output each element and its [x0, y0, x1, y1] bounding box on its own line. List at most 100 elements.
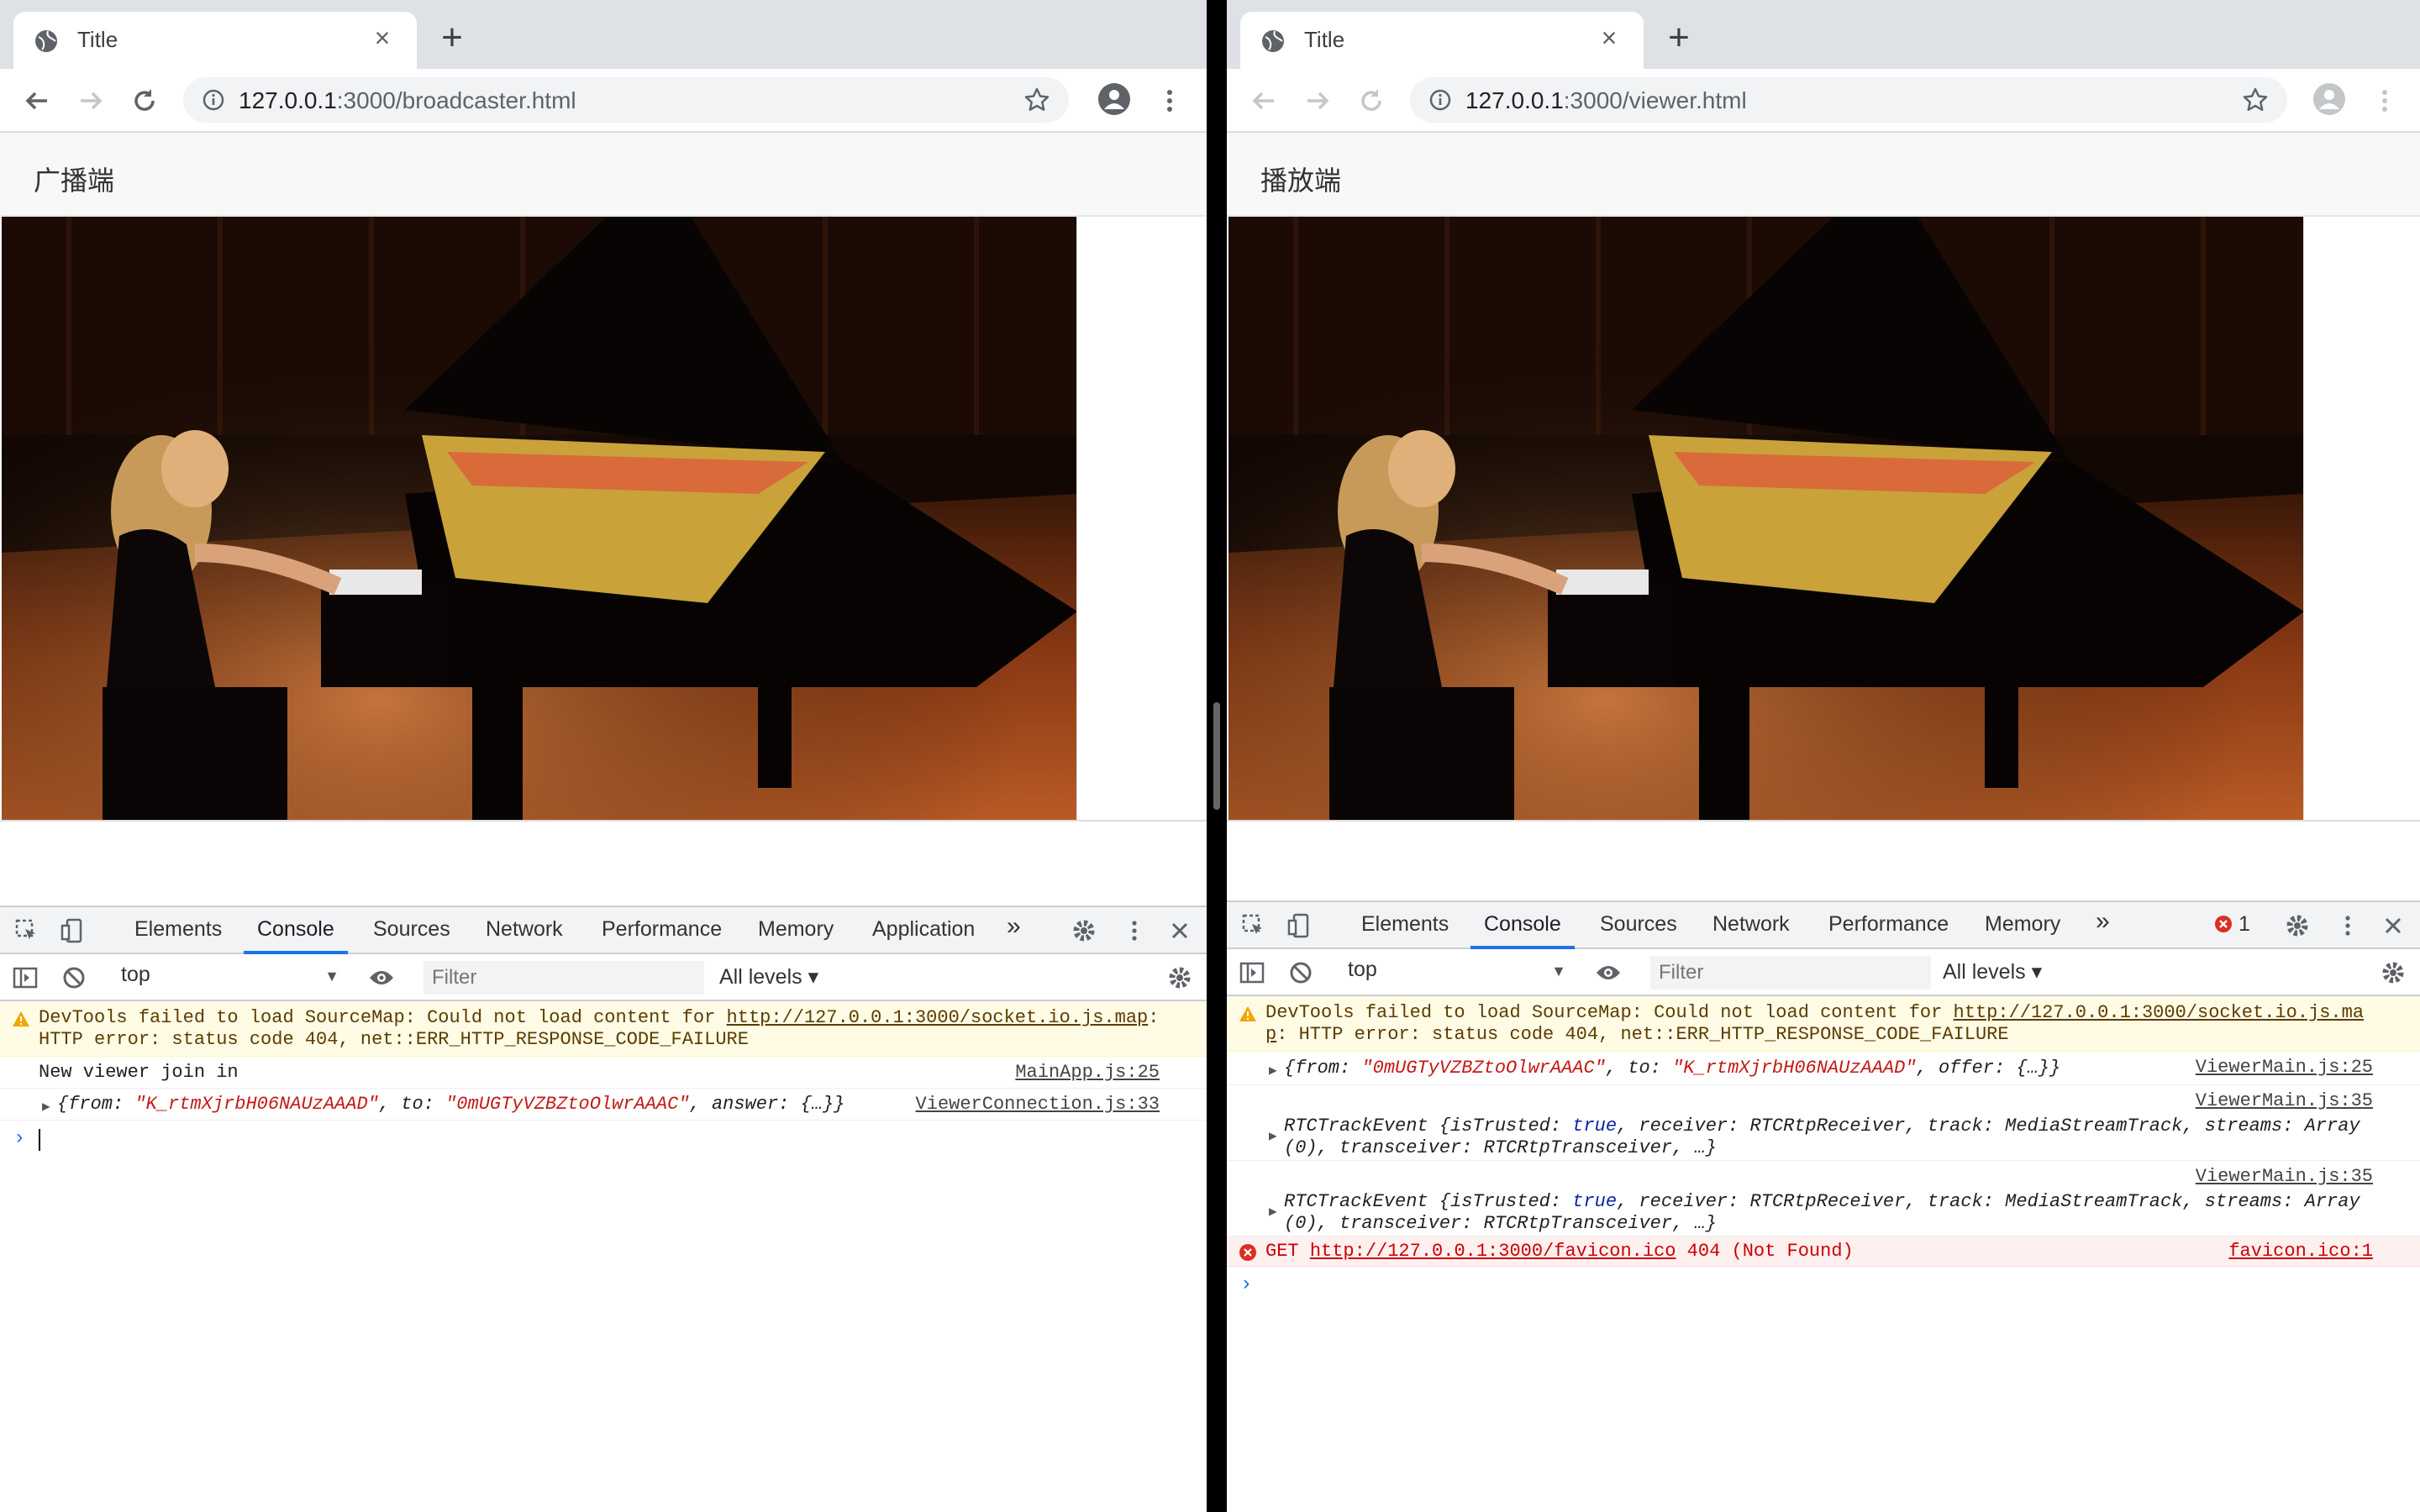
- forward-icon[interactable]: [74, 84, 108, 118]
- show-sidebar-icon[interactable]: [12, 964, 39, 991]
- clear-console-icon[interactable]: [1287, 959, 1314, 986]
- device-toolbar-icon[interactable]: [59, 917, 86, 944]
- obj-to-value: "K_rtmXjrbH06NAUzAAAD": [1672, 1058, 1917, 1079]
- console-track-event-message[interactable]: ViewerMain.js:35 ▶ RTCTrackEvent {isTrus…: [1227, 1161, 2420, 1236]
- context-selector[interactable]: top ▼: [121, 963, 339, 993]
- log-levels-dropdown[interactable]: All levels ▾: [1943, 959, 2042, 984]
- address-bar[interactable]: 127.0.0.1:3000/broadcaster.html: [183, 77, 1069, 123]
- tab-console[interactable]: Console: [257, 917, 334, 942]
- tab-sources[interactable]: Sources: [1600, 912, 1677, 937]
- log-source-link[interactable]: MainApp.js:25: [1015, 1062, 1160, 1084]
- track-text-a: RTCTrackEvent {isTrusted:: [1284, 1191, 1573, 1212]
- obj-rest: , offer: {…}}: [1916, 1058, 2061, 1079]
- expand-triangle-icon[interactable]: ▶: [1269, 1060, 1277, 1082]
- profile-avatar-icon[interactable]: [2312, 82, 2346, 116]
- obj-rest: , answer: {…}}: [689, 1094, 845, 1115]
- warning-text: DevTools failed to load SourceMap: Could…: [1265, 1002, 2364, 1046]
- bookmark-star-icon[interactable]: [2242, 87, 2269, 113]
- devtools-menu-kebab-icon[interactable]: [1121, 917, 1148, 944]
- settings-gear-icon[interactable]: [1071, 917, 1097, 944]
- expand-triangle-icon[interactable]: ▶: [42, 1096, 50, 1118]
- sourcemap-link-continued[interactable]: p: [1265, 1024, 1276, 1045]
- broadcast-video[interactable]: [2, 217, 1077, 820]
- expand-triangle-icon[interactable]: ▶: [1269, 1201, 1277, 1223]
- log-source-link[interactable]: ViewerMain.js:25: [2196, 1057, 2373, 1079]
- warning-text: DevTools failed to load SourceMap: Could…: [39, 1007, 1159, 1051]
- error-count-icon[interactable]: [2213, 914, 2233, 934]
- console-filter-bar: top ▼ All levels ▾: [1227, 949, 2420, 996]
- back-icon[interactable]: [1247, 84, 1281, 118]
- console-prompt-row[interactable]: ›: [0, 1122, 1207, 1156]
- close-tab-icon[interactable]: ×: [368, 24, 397, 52]
- tab-application[interactable]: Application: [872, 917, 975, 942]
- close-devtools-icon[interactable]: [1166, 917, 1193, 944]
- reload-icon[interactable]: [128, 84, 161, 118]
- console-track-event-message[interactable]: ViewerMain.js:35 ▶ RTCTrackEvent {isTrus…: [1227, 1085, 2420, 1161]
- inspect-element-icon[interactable]: [13, 917, 40, 944]
- tab-performance[interactable]: Performance: [602, 917, 722, 942]
- more-tabs-chevron-icon[interactable]: »: [2096, 907, 2110, 936]
- expand-triangle-icon[interactable]: ▶: [1269, 1126, 1277, 1147]
- console-filter-input[interactable]: [1650, 956, 1931, 990]
- show-sidebar-icon[interactable]: [1239, 959, 1265, 986]
- tab-console[interactable]: Console: [1484, 912, 1561, 937]
- tab-sources[interactable]: Sources: [373, 917, 450, 942]
- live-expression-eye-icon[interactable]: [368, 964, 395, 991]
- console-filter-input[interactable]: [424, 961, 704, 995]
- tab-network[interactable]: Network: [1712, 912, 1790, 937]
- tab-elements[interactable]: Elements: [134, 917, 222, 942]
- viewer-browser-window: Title × + 127.0.0.1:3000/viewer.html 播放端: [1227, 0, 2420, 1512]
- error-count[interactable]: 1: [2238, 912, 2250, 937]
- viewer-video[interactable]: [1228, 217, 2304, 820]
- forward-icon[interactable]: [1301, 84, 1334, 118]
- close-devtools-icon[interactable]: [2380, 912, 2407, 939]
- tab-performance[interactable]: Performance: [1828, 912, 1949, 937]
- live-expression-eye-icon[interactable]: [1595, 959, 1622, 986]
- tab-elements[interactable]: Elements: [1361, 912, 1449, 937]
- reload-icon[interactable]: [1355, 84, 1388, 118]
- warning-prefix: DevTools failed to load SourceMap: Could…: [1265, 1002, 1954, 1023]
- console-settings-gear-icon[interactable]: [1166, 964, 1193, 991]
- log-source-link[interactable]: ViewerConnection.js:33: [916, 1094, 1160, 1116]
- console-prompt-row[interactable]: ›: [1227, 1268, 2420, 1302]
- log-levels-dropdown[interactable]: All levels ▾: [719, 964, 818, 990]
- url-path: :3000/viewer.html: [1563, 87, 1747, 113]
- sourcemap-link[interactable]: http://127.0.0.1:3000/socket.io.js.ma: [1954, 1002, 2364, 1023]
- prompt-chevron-icon: ›: [1240, 1273, 1253, 1296]
- bookmark-star-icon[interactable]: [1023, 87, 1050, 113]
- clear-console-icon[interactable]: [60, 964, 87, 991]
- menu-kebab-icon[interactable]: [2376, 84, 2393, 118]
- address-bar[interactable]: 127.0.0.1:3000/viewer.html: [1410, 77, 2287, 123]
- favicon-link[interactable]: http://127.0.0.1:3000/favicon.ico: [1310, 1241, 1676, 1262]
- device-toolbar-icon[interactable]: [1286, 912, 1313, 939]
- split-divider-handle[interactable]: [1213, 702, 1220, 810]
- error-source-link[interactable]: favicon.ico:1: [2228, 1241, 2373, 1263]
- new-tab-button[interactable]: +: [435, 19, 469, 56]
- info-icon[interactable]: [202, 88, 225, 112]
- new-tab-button[interactable]: +: [1662, 19, 1696, 56]
- page-header: 广播端: [0, 133, 1207, 217]
- devtools-menu-kebab-icon[interactable]: [2334, 912, 2361, 939]
- tab-strip: Title × +: [1227, 0, 2420, 69]
- more-tabs-chevron-icon[interactable]: »: [1007, 912, 1021, 941]
- browser-tab[interactable]: Title ×: [13, 12, 417, 69]
- devtools-tab-bar: Elements Console Sources Network Perform…: [0, 907, 1207, 954]
- inspect-element-icon[interactable]: [1240, 912, 1267, 939]
- log-source-link[interactable]: ViewerMain.js:35: [2196, 1090, 2373, 1112]
- tab-memory[interactable]: Memory: [758, 917, 834, 942]
- settings-gear-icon[interactable]: [2284, 912, 2311, 939]
- menu-kebab-icon[interactable]: [1161, 84, 1178, 118]
- console-object-message[interactable]: ▶ {from: "0mUGTyVZBZtoOlwrAAAC", to: "K_…: [1227, 1052, 2420, 1085]
- info-icon[interactable]: [1428, 88, 1452, 112]
- profile-avatar-icon[interactable]: [1097, 82, 1131, 116]
- context-selector[interactable]: top ▼: [1348, 958, 1566, 988]
- log-source-link[interactable]: ViewerMain.js:35: [2196, 1166, 2373, 1188]
- browser-tab[interactable]: Title ×: [1240, 12, 1644, 69]
- tab-network[interactable]: Network: [486, 917, 563, 942]
- console-object-message[interactable]: ▶ {from: "K_rtmXjrbH06NAUzAAAD", to: "0m…: [0, 1089, 1207, 1121]
- tab-memory[interactable]: Memory: [1985, 912, 2060, 937]
- close-tab-icon[interactable]: ×: [1595, 24, 1623, 52]
- console-settings-gear-icon[interactable]: [2380, 959, 2407, 986]
- back-icon[interactable]: [20, 84, 54, 118]
- sourcemap-link[interactable]: http://127.0.0.1:3000/socket.io.js.map: [727, 1007, 1149, 1028]
